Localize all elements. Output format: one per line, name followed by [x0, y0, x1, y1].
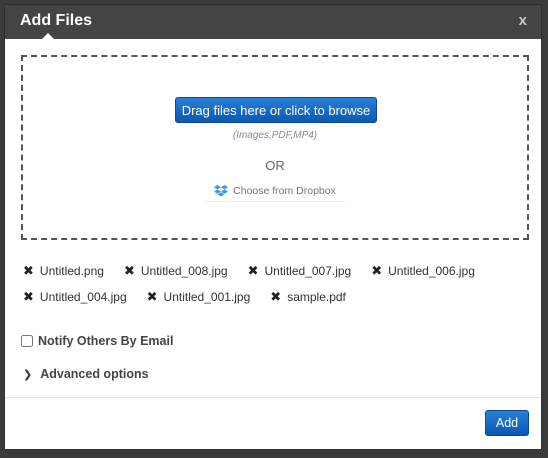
- notify-by-email-label: Notify Others By Email: [38, 334, 174, 348]
- browse-button[interactable]: Drag files here or click to browse: [175, 97, 377, 123]
- add-button[interactable]: Add: [485, 410, 529, 436]
- file-name: Untitled_008.jpg: [140, 263, 228, 278]
- remove-file-icon[interactable]: ✖: [147, 290, 158, 303]
- file-name: Untitled_001.jpg: [163, 289, 251, 304]
- advanced-options-toggle[interactable]: ❯ Advanced options: [23, 367, 149, 381]
- remove-file-icon[interactable]: ✖: [23, 290, 34, 303]
- file-name: Untitled.png: [39, 263, 104, 278]
- file-name: Untitled_006.jpg: [388, 263, 475, 278]
- header-pointer: [42, 33, 54, 39]
- file-item: ✖ Untitled_006.jpg: [371, 262, 475, 279]
- remove-file-icon[interactable]: ✖: [270, 290, 281, 303]
- dialog-title: Add Files: [20, 12, 93, 29]
- file-item: ✖ sample.pdf: [270, 288, 346, 305]
- chevron-right-icon: ❯: [23, 368, 33, 381]
- remove-file-icon[interactable]: ✖: [124, 264, 135, 277]
- notify-by-email-checkbox[interactable]: [21, 335, 33, 347]
- choose-from-dropbox-button[interactable]: Choose from Dropbox: [205, 181, 345, 202]
- dialog-header: Add Files x: [5, 5, 541, 39]
- file-name: Untitled_007.jpg: [264, 263, 352, 278]
- file-item: ✖ Untitled_004.jpg: [23, 288, 127, 305]
- file-types-hint: (Images,PDF,MP4): [232, 130, 318, 141]
- or-separator: OR: [265, 158, 285, 173]
- file-name: sample.pdf: [287, 289, 346, 304]
- remove-file-icon[interactable]: ✖: [371, 264, 382, 277]
- file-dropzone[interactable]: Drag files here or click to browse (Imag…: [21, 55, 529, 240]
- advanced-options-label: Advanced options: [40, 367, 149, 381]
- dropbox-label: Choose from Dropbox: [233, 185, 336, 197]
- footer-divider: [5, 397, 541, 398]
- file-name: Untitled_004.jpg: [39, 289, 127, 304]
- selected-files-list: ✖ Untitled.png ✖ Untitled_008.jpg ✖ Untitled_…: [23, 262, 527, 305]
- file-item: ✖ Untitled_008.jpg: [124, 262, 228, 279]
- close-button[interactable]: x: [519, 12, 527, 29]
- remove-file-icon[interactable]: ✖: [23, 264, 34, 277]
- file-item: ✖ Untitled_007.jpg: [248, 262, 352, 279]
- file-item: ✖ Untitled_001.jpg: [147, 288, 251, 305]
- notify-by-email-option[interactable]: Notify Others By Email: [21, 334, 173, 348]
- dropbox-icon: [214, 185, 229, 197]
- add-files-dialog: Add Files x Drag files here or click to …: [4, 4, 542, 450]
- remove-file-icon[interactable]: ✖: [248, 264, 259, 277]
- file-item: ✖ Untitled.png: [23, 262, 104, 279]
